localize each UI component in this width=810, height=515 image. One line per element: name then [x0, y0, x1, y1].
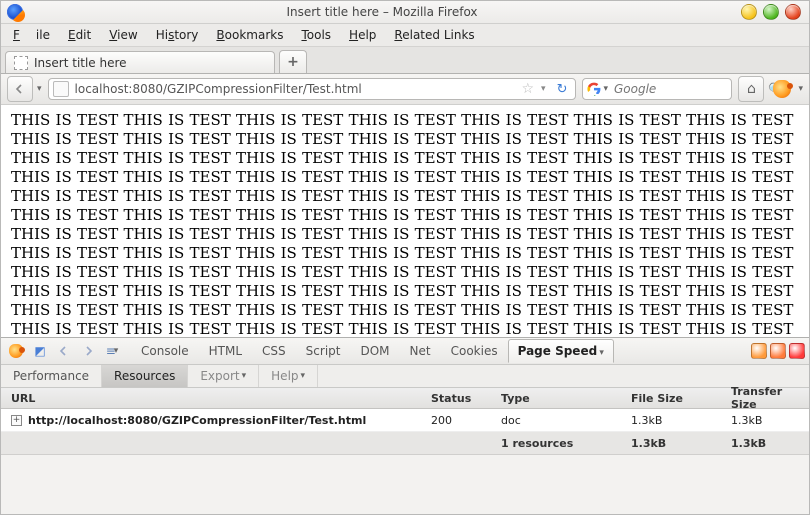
menu-view[interactable]: View	[101, 26, 145, 44]
new-tab-button[interactable]: +	[279, 50, 307, 73]
back-history-dropdown[interactable]: ▾	[37, 84, 42, 94]
search-engine-dropdown[interactable]: ▾	[603, 84, 608, 94]
home-icon: ⌂	[747, 81, 756, 97]
devtools-minimize-button[interactable]	[751, 343, 767, 359]
panel-options-button[interactable]: ≡▾	[101, 340, 123, 362]
resources-total-row: 1 resources 1.3kB 1.3kB	[1, 432, 809, 455]
devtools-panel: ◩ ≡▾ Console HTML CSS Script DOM Net Coo…	[1, 337, 809, 514]
subtab-resources[interactable]: Resources	[102, 365, 188, 387]
chevron-right-icon	[83, 346, 93, 356]
tab-net[interactable]: Net	[400, 339, 441, 363]
site-identity-icon[interactable]	[53, 81, 69, 97]
navigation-toolbar: ▾ ☆ ▾ ↻ ▾ 🔍 ⌂ ▾	[1, 74, 809, 105]
menu-related[interactable]: Related Links	[386, 26, 482, 44]
col-header-status[interactable]: Status	[431, 392, 501, 405]
window-close-button[interactable]	[785, 4, 801, 20]
resources-header-row: URL Status Type File Size Transfer Size	[1, 388, 809, 409]
col-header-file-size[interactable]: File Size	[631, 392, 731, 405]
col-header-type[interactable]: Type	[501, 392, 631, 405]
panel-forward-button[interactable]	[77, 340, 99, 362]
extension-dropdown[interactable]: ▾	[798, 84, 803, 94]
menu-tools[interactable]: Tools	[293, 26, 339, 44]
firebug-icon	[9, 344, 23, 358]
window-minimize-button[interactable]	[741, 4, 757, 20]
titlebar: Insert title here – Mozilla Firefox	[1, 1, 809, 24]
subtab-help[interactable]: Help ▾	[259, 365, 318, 387]
tab-css[interactable]: CSS	[252, 339, 296, 363]
tab-page-speed[interactable]: Page Speed ▾	[508, 339, 614, 363]
firefox-window: Insert title here – Mozilla Firefox File…	[0, 0, 810, 515]
reload-icon[interactable]: ↻	[553, 82, 572, 97]
page-icon	[14, 56, 28, 70]
devtools-popout-button[interactable]	[770, 343, 786, 359]
resource-url: http://localhost:8080/GZIPCompressionFil…	[28, 414, 366, 427]
browser-tab[interactable]: Insert title here	[5, 51, 275, 73]
google-icon[interactable]	[587, 82, 601, 96]
menu-file[interactable]: File	[5, 26, 58, 44]
extension-button[interactable]	[770, 77, 794, 101]
inspect-button[interactable]: ◩	[29, 340, 51, 362]
firebug-menu-button[interactable]	[5, 340, 27, 362]
tab-console[interactable]: Console	[131, 339, 199, 363]
tab-cookies[interactable]: Cookies	[441, 339, 508, 363]
chevron-left-icon	[59, 346, 69, 356]
total-transfer-size: 1.3kB	[731, 437, 809, 450]
arrow-left-icon	[15, 84, 25, 94]
resource-file-size: 1.3kB	[631, 414, 731, 427]
col-header-transfer-size[interactable]: Transfer Size	[731, 385, 809, 411]
devtools-close-button[interactable]	[789, 343, 805, 359]
url-input[interactable]	[73, 81, 518, 97]
firebug-icon	[773, 80, 791, 98]
total-label: 1 resources	[501, 437, 631, 450]
firefox-icon	[7, 4, 23, 20]
total-file-size: 1.3kB	[631, 437, 731, 450]
bookmark-star-icon[interactable]: ☆	[521, 81, 534, 97]
expand-toggle-icon[interactable]: +	[11, 415, 22, 426]
search-box[interactable]: ▾ 🔍	[582, 78, 732, 100]
chevron-down-icon: ▾	[301, 371, 306, 381]
menubar: File Edit View History Bookmarks Tools H…	[1, 24, 809, 47]
menu-help[interactable]: Help	[341, 26, 384, 44]
resource-status: 200	[431, 414, 501, 427]
page-content: THIS IS TEST THIS IS TEST THIS IS TEST T…	[1, 105, 809, 339]
url-history-dropdown[interactable]: ▾	[538, 84, 549, 94]
devtools-subtabs: Performance Resources Export ▾ Help ▾	[1, 365, 809, 388]
window-title: Insert title here – Mozilla Firefox	[23, 5, 741, 19]
tab-strip: Insert title here +	[1, 47, 809, 74]
devtools-tabbar: ◩ ≡▾ Console HTML CSS Script DOM Net Coo…	[1, 338, 809, 365]
chevron-down-icon: ▾	[599, 348, 604, 358]
col-header-url[interactable]: URL	[1, 392, 431, 405]
tab-script[interactable]: Script	[296, 339, 351, 363]
page-body-text: THIS IS TEST THIS IS TEST THIS IS TEST T…	[11, 111, 799, 339]
url-bar[interactable]: ☆ ▾ ↻	[48, 78, 577, 100]
menu-history[interactable]: History	[148, 26, 207, 44]
menu-bookmarks[interactable]: Bookmarks	[208, 26, 291, 44]
window-maximize-button[interactable]	[763, 4, 779, 20]
resource-type: doc	[501, 414, 631, 427]
resource-row[interactable]: + http://localhost:8080/GZIPCompressionF…	[1, 409, 809, 432]
resource-transfer-size: 1.3kB	[731, 414, 809, 427]
subtab-performance[interactable]: Performance	[1, 365, 102, 387]
chevron-down-icon: ▾	[242, 371, 247, 381]
tab-dom[interactable]: DOM	[350, 339, 399, 363]
panel-back-button[interactable]	[53, 340, 75, 362]
menu-edit[interactable]: Edit	[60, 26, 99, 44]
subtab-export[interactable]: Export ▾	[188, 365, 259, 387]
home-button[interactable]: ⌂	[738, 76, 764, 102]
back-button[interactable]	[7, 76, 33, 102]
tab-title: Insert title here	[34, 56, 127, 70]
tab-html[interactable]: HTML	[199, 339, 252, 363]
